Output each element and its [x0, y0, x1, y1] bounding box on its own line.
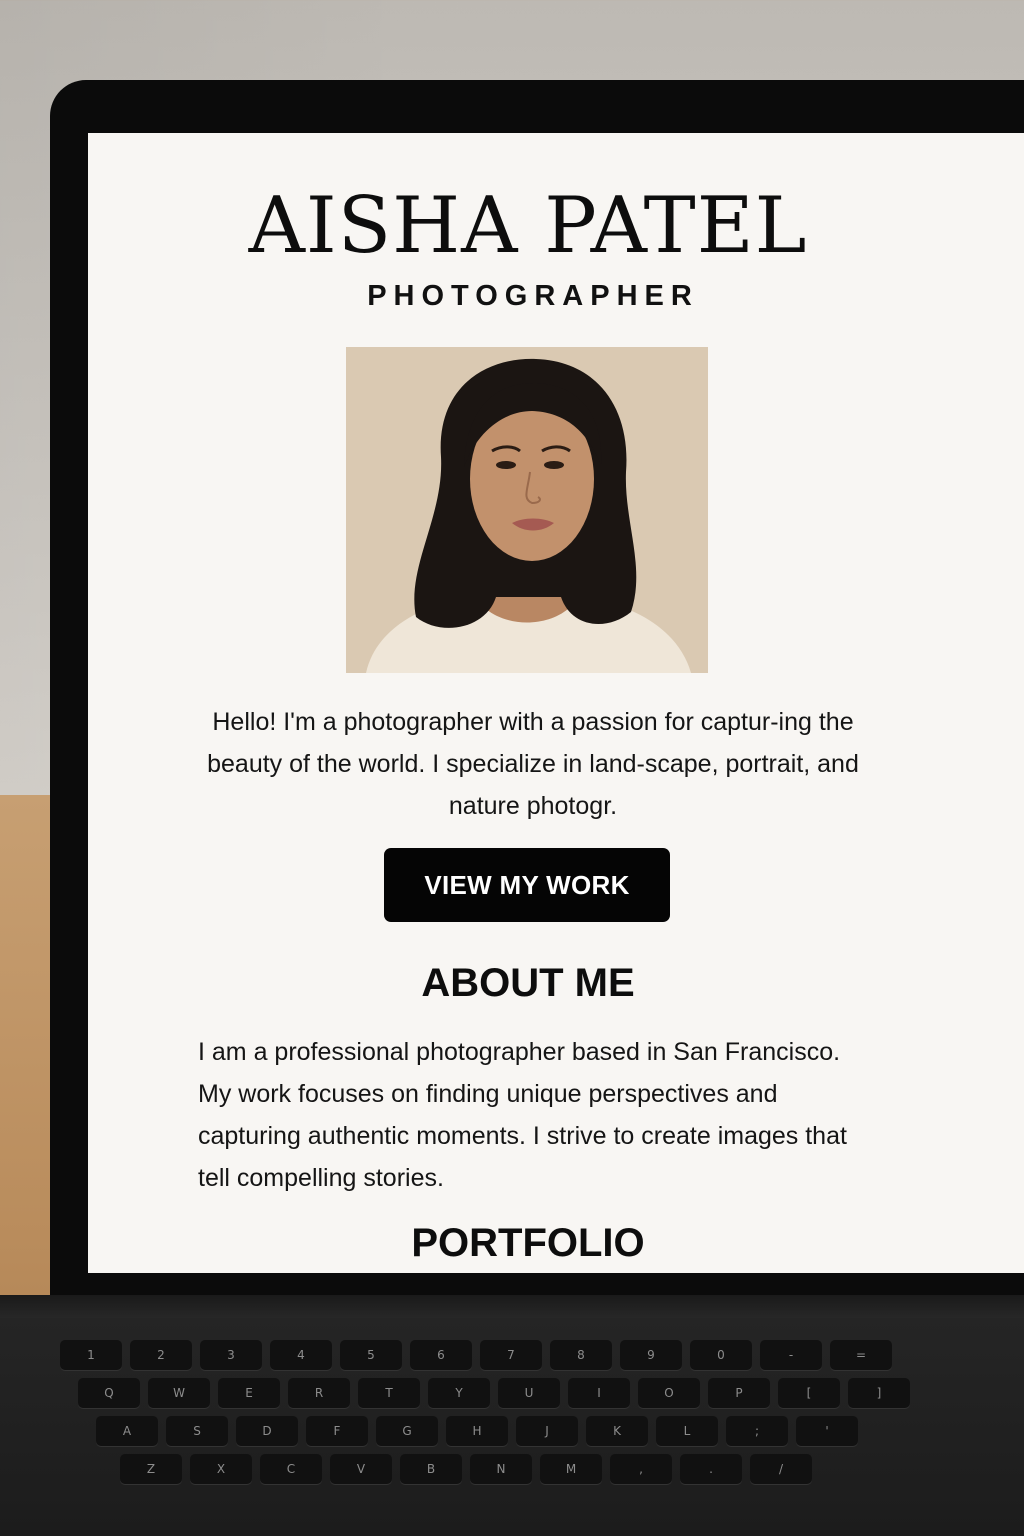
about-heading: ABOUT ME [421, 961, 635, 1005]
keyboard-key: / [750, 1454, 812, 1484]
keyboard-key: ; [726, 1416, 788, 1446]
keyboard-key: - [760, 1340, 822, 1370]
keyboard-key: D [236, 1416, 298, 1446]
keyboard-row-3: A S D F G H J K L; ' [96, 1416, 858, 1446]
keyboard-key: P [708, 1378, 770, 1408]
keyboard-row-1: 1 2 3 4 5 6 7 8 9 0- = [60, 1340, 892, 1370]
keyboard-key: T [358, 1378, 420, 1408]
keyboard-key: 3 [200, 1340, 262, 1370]
intro-text: Hello! I'm a photographer with a passion… [207, 708, 859, 820]
keyboard-key: 4 [270, 1340, 332, 1370]
keyboard-key: M [540, 1454, 602, 1484]
portrait-illustration [346, 347, 708, 673]
keyboard-key: ' [796, 1416, 858, 1446]
keyboard-key: H [446, 1416, 508, 1446]
keyboard-key: J [516, 1416, 578, 1446]
keyboard-key: 1 [60, 1340, 122, 1370]
keyboard-row-2: Q W E R T Y U I O P [] [78, 1378, 910, 1408]
keyboard-key: 2 [130, 1340, 192, 1370]
keyboard-key: U [498, 1378, 560, 1408]
keyboard-key: I [568, 1378, 630, 1408]
keyboard-key: 7 [480, 1340, 542, 1370]
keyboard-key: S [166, 1416, 228, 1446]
keyboard-key: C [260, 1454, 322, 1484]
keyboard-key: E [218, 1378, 280, 1408]
view-my-work-button[interactable]: VIEW MY WORK [384, 848, 670, 922]
keyboard-key: G [376, 1416, 438, 1446]
keyboard-key: V [330, 1454, 392, 1484]
laptop-keyboard: 1 2 3 4 5 6 7 8 9 0- = Q W E R T Y U I O P [] A S D F G H J K L; ' ZX… [0, 1318, 1024, 1536]
keyboard-key: ] [848, 1378, 910, 1408]
keyboard-key: 8 [550, 1340, 612, 1370]
site-subtitle: PHOTOGRAPHER [367, 280, 699, 312]
keyboard-key: Y [428, 1378, 490, 1408]
keyboard-key: 9 [620, 1340, 682, 1370]
keyboard-key: N [470, 1454, 532, 1484]
keyboard-key: Q [78, 1378, 140, 1408]
keyboard-key: Z [120, 1454, 182, 1484]
keyboard-key: B [400, 1454, 462, 1484]
keyboard-key: = [830, 1340, 892, 1370]
keyboard-key: L [656, 1416, 718, 1446]
keyboard-key: . [680, 1454, 742, 1484]
keyboard-key: X [190, 1454, 252, 1484]
keyboard-key: O [638, 1378, 700, 1408]
laptop-screen: AISHA PATEL PHOTOGRAPHER Hello! I'm a ph… [88, 133, 1024, 1273]
keyboard-key: A [96, 1416, 158, 1446]
site-title: AISHA PATEL [248, 181, 808, 271]
keyboard-row-4: Z X C V B N M,. / [120, 1454, 812, 1484]
about-text: I am a professional photographer based i… [198, 1038, 847, 1192]
keyboard-key: 5 [340, 1340, 402, 1370]
keyboard-key: 0 [690, 1340, 752, 1370]
keyboard-key: W [148, 1378, 210, 1408]
keyboard-key: R [288, 1378, 350, 1408]
portfolio-heading: PORTFOLIO [411, 1221, 645, 1265]
keyboard-key: [ [778, 1378, 840, 1408]
keyboard-key: K [586, 1416, 648, 1446]
keyboard-key: , [610, 1454, 672, 1484]
keyboard-key: F [306, 1416, 368, 1446]
portrait-image [346, 347, 708, 673]
keyboard-key: 6 [410, 1340, 472, 1370]
